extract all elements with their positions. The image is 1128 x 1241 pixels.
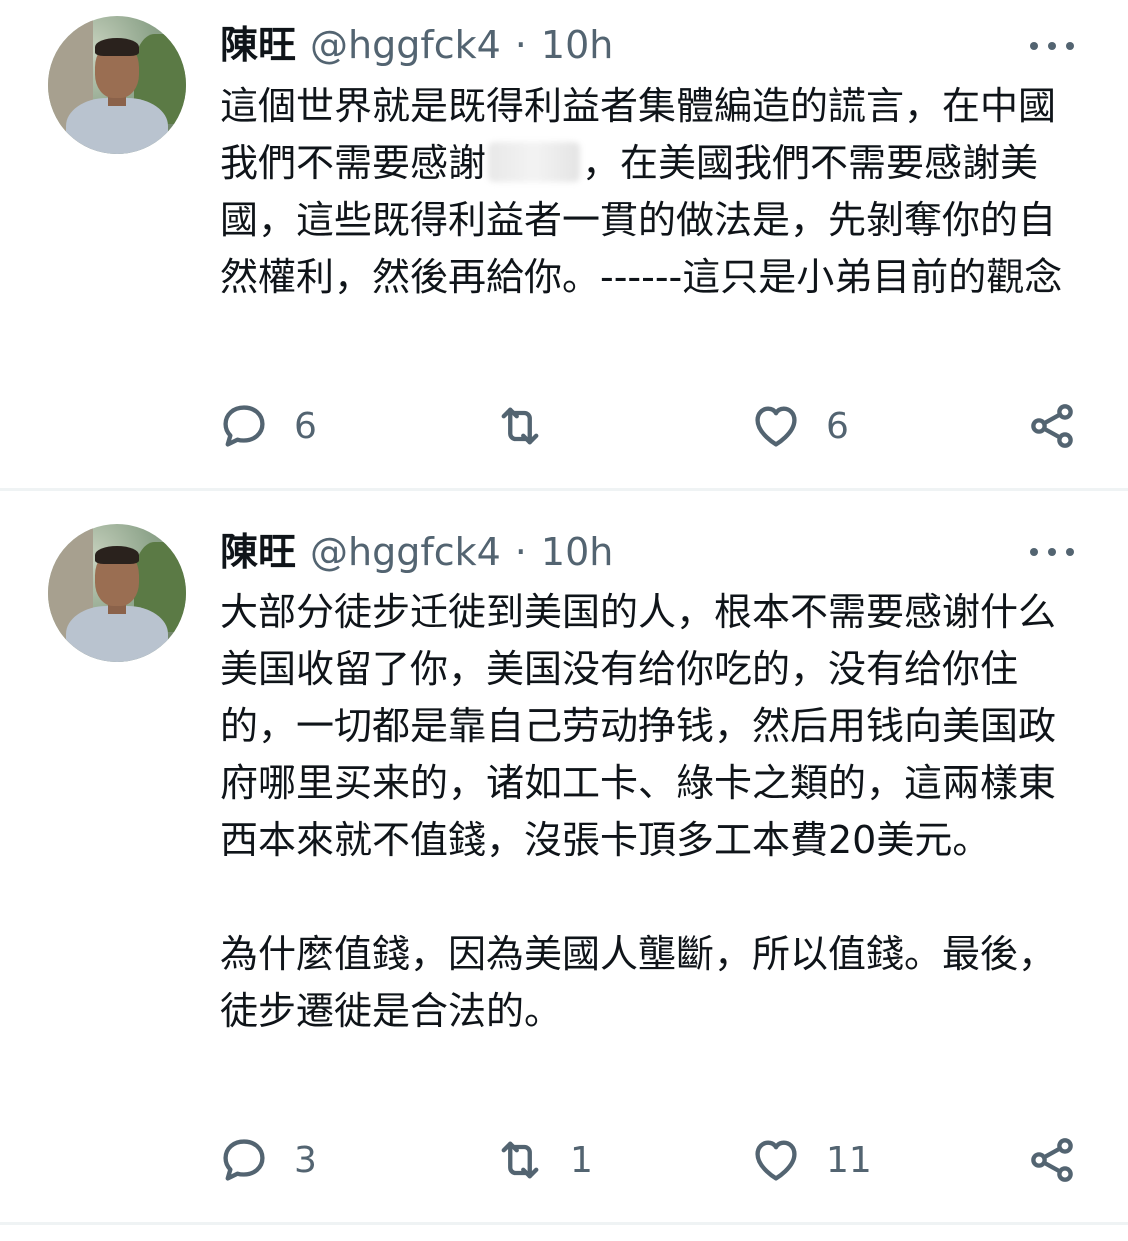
more-dot xyxy=(1030,42,1038,50)
avatar-hair xyxy=(95,38,139,56)
reply-button[interactable]: 3 xyxy=(218,1132,317,1188)
heart-icon xyxy=(755,1140,797,1181)
tweet-text: 這個世界就是既得利益者集體編造的謊言，在中國我們不需要感謝 ，在美國我們不需要感謝… xyxy=(220,78,1080,306)
like-count: 6 xyxy=(826,405,849,447)
more-dot xyxy=(1030,548,1038,556)
tweet[interactable]: 陳旺 @hggfck4 · 10h 這個世界就是既得利益者集體編造的謊言，在中國… xyxy=(0,0,1128,490)
like-button[interactable]: 6 xyxy=(750,398,849,454)
retweet-icon xyxy=(501,1141,539,1179)
author-name[interactable]: 陳旺 xyxy=(220,533,296,571)
avatar-hair xyxy=(95,546,139,564)
divider xyxy=(0,488,1128,491)
avatar[interactable] xyxy=(48,16,186,154)
reply-count: 6 xyxy=(294,405,317,447)
more-dot xyxy=(1048,548,1056,556)
share-button[interactable] xyxy=(1026,1132,1078,1188)
avatar-body xyxy=(66,98,168,154)
reply-count: 3 xyxy=(294,1139,317,1181)
avatar-body xyxy=(66,606,168,662)
like-button[interactable]: 11 xyxy=(750,1132,872,1188)
tweet-header: 陳旺 @hggfck4 · 10h xyxy=(220,17,613,73)
reply-icon xyxy=(223,1139,265,1181)
tweet-actions: 6 6 xyxy=(0,398,1128,454)
heart-icon xyxy=(755,406,797,447)
retweet-button[interactable]: 1 xyxy=(494,1132,593,1188)
avatar[interactable] xyxy=(48,524,186,662)
author-handle[interactable]: @hggfck4 xyxy=(310,533,501,571)
tweet[interactable]: 陳旺 @hggfck4 · 10h 大部分徒步迁徙到美国的人，根本不需要感谢什么… xyxy=(0,492,1128,1224)
retweet-icon xyxy=(501,407,539,445)
more-dot xyxy=(1066,42,1074,50)
reply-icon xyxy=(223,405,265,447)
like-count: 11 xyxy=(826,1139,872,1181)
more-icon[interactable] xyxy=(1030,542,1074,562)
author-handle[interactable]: @hggfck4 xyxy=(310,26,501,64)
header-separator: · xyxy=(514,530,527,574)
reply-button[interactable]: 6 xyxy=(218,398,317,454)
blurred-text xyxy=(488,142,581,182)
tweet-header: 陳旺 @hggfck4 · 10h xyxy=(220,524,613,580)
more-dot xyxy=(1066,548,1074,556)
share-button[interactable] xyxy=(1026,398,1078,454)
author-name[interactable]: 陳旺 xyxy=(220,26,296,64)
share-icon xyxy=(1031,1138,1073,1182)
header-separator: · xyxy=(514,23,527,67)
more-dot xyxy=(1048,42,1056,50)
tweet-timestamp[interactable]: 10h xyxy=(541,533,613,571)
tweet-actions: 3 1 11 xyxy=(0,1132,1128,1188)
share-icon xyxy=(1031,404,1073,448)
tweet-text: 大部分徒步迁徙到美国的人，根本不需要感谢什么美国收留了你，美国没有给你吃的，没有… xyxy=(220,590,1057,1033)
retweet-count: 1 xyxy=(570,1139,593,1181)
retweet-button[interactable] xyxy=(494,398,570,454)
divider xyxy=(0,1222,1128,1225)
more-icon[interactable] xyxy=(1030,36,1074,56)
tweet-timestamp[interactable]: 10h xyxy=(541,26,613,64)
